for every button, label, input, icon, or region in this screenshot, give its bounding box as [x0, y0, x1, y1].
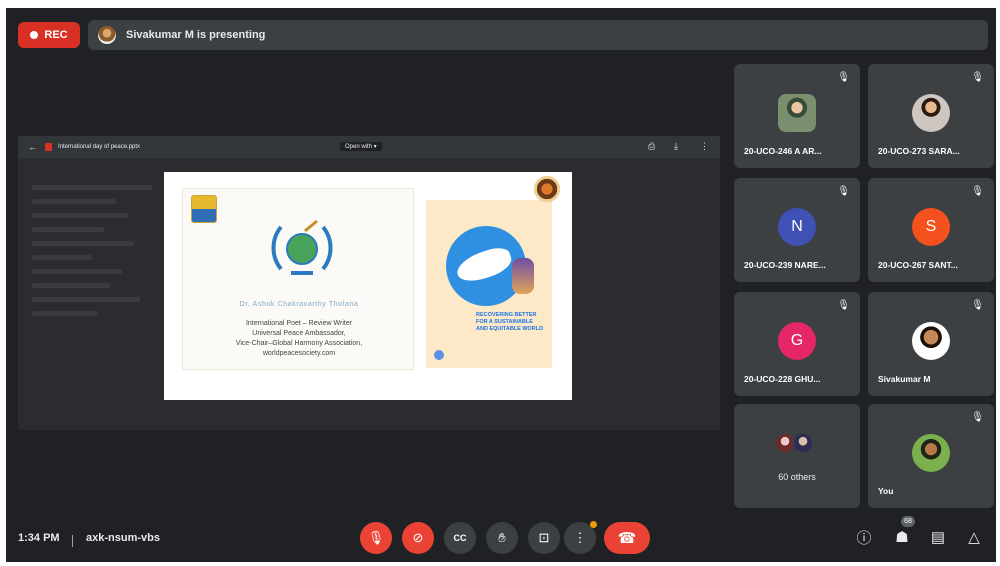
laurel-emblem — [271, 219, 333, 275]
mic-off-icon: 🎙︎ — [971, 72, 984, 83]
captions-icon: CC — [453, 533, 467, 543]
mic-off-icon: 🎙︎ — [367, 530, 385, 545]
participants-count-badge: 68 — [901, 516, 915, 527]
participant-tile[interactable]: 🎙︎ 20-UCO-273 SARA... — [868, 64, 994, 168]
participant-tile[interactable]: 🎙︎ N 20-UCO-239 NARE... — [734, 178, 860, 282]
record-dot-icon — [30, 31, 39, 39]
others-tile[interactable]: 60 others — [734, 404, 860, 508]
meeting-code: axk-nsum-vbs — [86, 532, 160, 544]
meet-window: REC Sivakumar M is presenting ← Internat… — [6, 8, 996, 562]
participant-name: You — [878, 486, 894, 496]
activities-button[interactable]: △ — [962, 525, 986, 549]
avatar — [912, 434, 950, 472]
participant-name: 20-UCO-273 SARA... — [878, 146, 960, 156]
chat-button[interactable]: ▤ — [926, 525, 950, 549]
avatar — [778, 94, 816, 132]
present-icon: ⊡ — [538, 530, 550, 545]
participant-tile[interactable]: 🎙︎ S 20-UCO-267 SANT... — [868, 178, 994, 282]
raise-hand-button[interactable]: ✋︎ — [486, 522, 518, 554]
mic-off-icon: 🎙︎ — [837, 300, 850, 311]
slide-line: Universal Peace Ambassador, — [252, 330, 346, 337]
participant-name: 20-UCO-267 SANT... — [878, 260, 958, 270]
hand-icon: ✋︎ — [498, 530, 506, 545]
institution-seal — [534, 176, 560, 202]
info-icon: ⓘ — [856, 529, 872, 547]
end-call-icon: ☎︎ — [617, 530, 637, 547]
dove-icon — [453, 243, 515, 287]
doc-name: International day of peace.pptx — [58, 144, 141, 150]
leave-call-button[interactable]: ☎︎ — [604, 522, 650, 554]
college-logo — [191, 195, 217, 223]
mic-off-icon: 🎙︎ — [837, 72, 850, 83]
notification-dot — [590, 521, 597, 528]
file-viewer-bar: ← International day of peace.pptx Open w… — [18, 136, 720, 158]
mic-off-icon: 🎙︎ — [971, 300, 984, 311]
slide-line: International Poet – Review Writer — [245, 320, 353, 327]
participant-name: 20-UCO-246 A AR... — [744, 146, 822, 156]
participant-tile[interactable]: 🎙︎ G 20-UCO-228 GHU... — [734, 292, 860, 396]
slide-line: worldpeacesociety.com — [262, 350, 336, 357]
participant-tile[interactable]: 🎙︎ Sivakumar M — [868, 292, 994, 396]
slide-left-panel: Dr. Ashok Chakravarthy Tholana Internati… — [182, 188, 414, 370]
presenting-text: Sivakumar M is presenting — [126, 29, 266, 41]
rec-label: REC — [44, 29, 68, 41]
back-arrow-icon: ← — [28, 142, 37, 152]
hand-illustration — [512, 258, 534, 294]
download-icon: ⤓ — [674, 141, 678, 151]
un-logo — [434, 350, 444, 360]
participant-name: Sivakumar M — [878, 374, 931, 384]
slide-line: Vice-Chair–Global Harmony Association, — [235, 340, 363, 347]
camera-toggle-button[interactable]: ⊘ — [402, 522, 434, 554]
avatar: N — [778, 208, 816, 246]
file-icon — [45, 143, 52, 151]
mic-off-icon: 🎙︎ — [837, 186, 850, 197]
add-shortcut-icon: ⎙ — [648, 141, 656, 151]
more-vert-icon: ⋮ — [700, 141, 709, 151]
mic-toggle-button[interactable]: 🎙︎ — [360, 522, 392, 554]
divider — [72, 535, 73, 547]
captions-button[interactable]: CC — [444, 522, 476, 554]
peace-day-poster: RECOVERING BETTER FOR A SUSTAINABLE AND … — [426, 200, 552, 368]
campaign-text: RECOVERING BETTER FOR A SUSTAINABLE AND … — [476, 312, 544, 332]
self-tile[interactable]: 🎙︎ You — [868, 404, 994, 508]
camera-off-icon: ⊘ — [412, 530, 424, 545]
chat-icon: ▤ — [930, 529, 946, 546]
open-with-button: Open with ▾ — [340, 142, 382, 151]
recording-indicator[interactable]: REC — [18, 22, 80, 48]
others-avatars — [774, 432, 820, 456]
mic-off-icon: 🎙︎ — [971, 186, 984, 197]
more-vert-icon: ⋮ — [573, 530, 587, 545]
clock-time: 1:34 PM — [18, 532, 60, 544]
presenting-banner: Sivakumar M is presenting — [88, 20, 988, 50]
participant-name: 20-UCO-228 GHU... — [744, 374, 821, 384]
participant-name: 20-UCO-239 NARE... — [744, 260, 826, 270]
slide-author-name: Dr. Ashok Chakravarthy Tholana — [239, 301, 359, 308]
avatar: G — [778, 322, 816, 360]
background-page-content — [32, 176, 152, 325]
avatar — [912, 322, 950, 360]
presenter-avatar — [98, 26, 116, 44]
avatar — [912, 94, 950, 132]
slide-author-details: International Poet – Review Writer Unive… — [183, 319, 415, 359]
avatar: S — [912, 208, 950, 246]
people-icon: ☗ — [895, 529, 909, 546]
others-label: 60 others — [778, 472, 816, 482]
mic-off-icon: 🎙︎ — [971, 412, 984, 423]
present-now-button[interactable]: ⊡ — [528, 522, 560, 554]
meeting-details-button[interactable]: ⓘ — [852, 525, 876, 549]
participant-tile[interactable]: 🎙︎ 20-UCO-246 A AR... — [734, 64, 860, 168]
activities-icon: △ — [968, 529, 980, 546]
presentation-slide: Dr. Ashok Chakravarthy Tholana Internati… — [164, 172, 572, 400]
participants-button[interactable]: ☗ — [890, 525, 914, 549]
